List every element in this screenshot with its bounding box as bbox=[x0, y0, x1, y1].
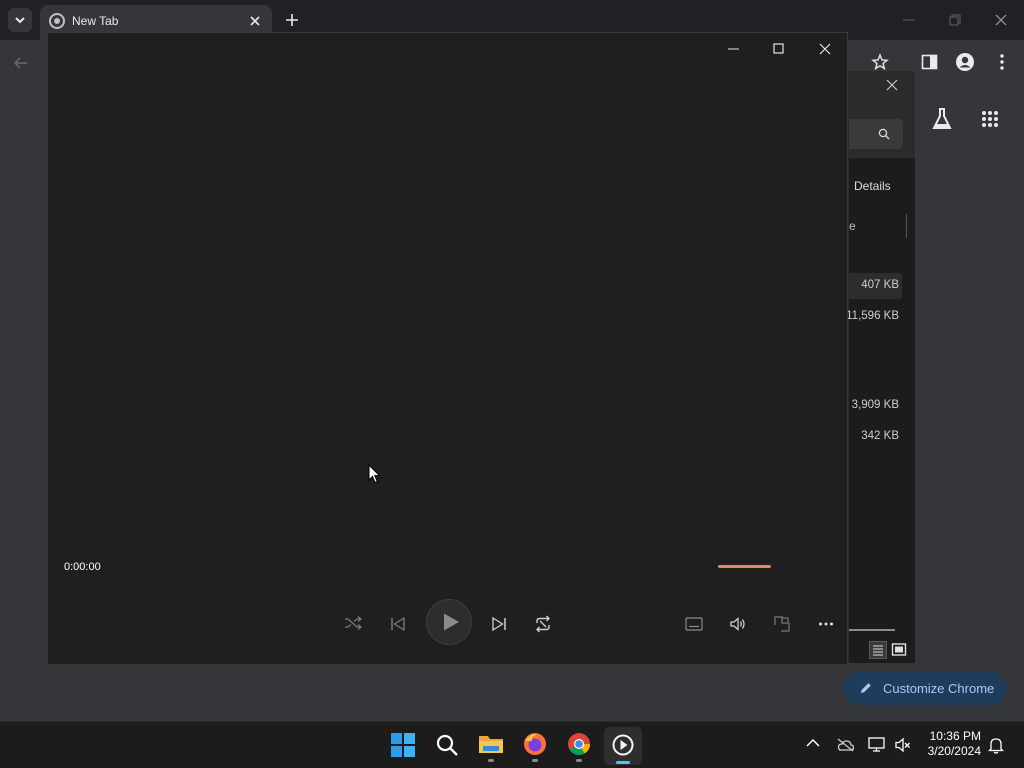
next-track-icon[interactable] bbox=[491, 616, 507, 632]
minimize-icon[interactable] bbox=[727, 44, 741, 56]
details-button[interactable]: Details bbox=[854, 179, 891, 193]
previous-track-icon[interactable] bbox=[390, 616, 406, 632]
media-player-icon bbox=[612, 734, 634, 756]
profile-icon[interactable] bbox=[955, 52, 975, 72]
play-button[interactable] bbox=[426, 599, 472, 645]
chrome-close-icon[interactable] bbox=[994, 13, 1008, 27]
volume-icon[interactable] bbox=[729, 615, 747, 633]
taskbar-file-explorer[interactable] bbox=[478, 732, 504, 762]
bookmark-star-icon[interactable] bbox=[871, 53, 889, 71]
taskbar-search-button[interactable] bbox=[435, 733, 459, 757]
mouse-cursor-icon bbox=[368, 464, 381, 484]
labs-flask-icon[interactable] bbox=[931, 107, 953, 131]
more-options-icon[interactable] bbox=[818, 621, 834, 627]
active-indicator bbox=[616, 761, 630, 764]
file-explorer-icon bbox=[479, 736, 503, 753]
mini-player-icon[interactable] bbox=[774, 616, 790, 632]
media-player-window: 0:00:00 bbox=[47, 32, 848, 665]
chrome-icon bbox=[568, 733, 590, 755]
apps-grid-icon[interactable] bbox=[981, 110, 999, 128]
shuffle-icon[interactable] bbox=[344, 615, 362, 631]
clock-time: 10:36 PM bbox=[929, 729, 981, 743]
file-explorer-window: Details e 407 KB 11,596 KB 3,909 KB 342 … bbox=[846, 71, 915, 663]
column-header-fragment: e bbox=[849, 219, 856, 233]
side-panel-icon[interactable] bbox=[921, 54, 939, 70]
file-size: 407 KB bbox=[861, 279, 899, 291]
pencil-icon bbox=[861, 683, 871, 693]
video-area[interactable] bbox=[48, 73, 847, 543]
chrome-minimize-icon[interactable] bbox=[902, 14, 916, 26]
repeat-icon[interactable] bbox=[534, 615, 552, 633]
start-icon bbox=[391, 733, 415, 757]
search-icon bbox=[878, 128, 890, 140]
running-indicator bbox=[488, 759, 494, 762]
seek-bar[interactable] bbox=[718, 565, 771, 568]
start-button[interactable] bbox=[390, 732, 416, 758]
chrome-menu-icon[interactable] bbox=[996, 53, 1008, 71]
tab-close-icon[interactable] bbox=[248, 14, 262, 28]
taskbar-chrome[interactable] bbox=[566, 732, 592, 762]
network-icon[interactable] bbox=[868, 737, 886, 753]
explorer-search-box[interactable] bbox=[849, 119, 903, 149]
large-icons-view-icon[interactable] bbox=[891, 641, 907, 659]
tab-search-button[interactable] bbox=[8, 8, 32, 32]
chrome-favicon-icon bbox=[49, 13, 65, 29]
firefox-icon bbox=[524, 733, 546, 755]
horizontal-scrollbar[interactable] bbox=[849, 629, 895, 631]
maximize-icon[interactable] bbox=[773, 43, 785, 55]
new-tab-plus-icon[interactable] bbox=[284, 12, 300, 28]
chrome-restore-icon[interactable] bbox=[948, 13, 962, 27]
taskbar: 10:36 PM 3/20/2024 bbox=[0, 721, 1024, 768]
search-icon bbox=[436, 734, 458, 756]
chevron-down-icon bbox=[15, 17, 25, 24]
details-view-icon[interactable] bbox=[869, 641, 887, 659]
back-arrow-icon[interactable] bbox=[12, 54, 30, 72]
running-indicator bbox=[532, 759, 538, 762]
running-indicator bbox=[576, 759, 582, 762]
column-divider[interactable] bbox=[906, 214, 907, 238]
taskbar-firefox[interactable] bbox=[522, 732, 548, 762]
chevron-up-icon[interactable] bbox=[806, 738, 820, 748]
captions-icon[interactable] bbox=[685, 617, 703, 631]
onedrive-icon[interactable] bbox=[836, 738, 854, 752]
explorer-close-icon[interactable] bbox=[886, 79, 898, 91]
taskbar-media-player[interactable] bbox=[604, 727, 642, 765]
customize-chrome-button[interactable]: Customize Chrome bbox=[843, 672, 1007, 705]
current-time: 0:00:00 bbox=[64, 561, 101, 573]
notification-bell-icon[interactable] bbox=[988, 736, 1004, 754]
clock[interactable]: 10:36 PM 3/20/2024 bbox=[928, 729, 981, 759]
clock-date: 3/20/2024 bbox=[927, 744, 981, 758]
file-size: 11,596 KB bbox=[846, 310, 899, 322]
volume-muted-icon[interactable] bbox=[895, 737, 911, 753]
tab-title: New Tab bbox=[72, 14, 119, 28]
file-size: 342 KB bbox=[861, 430, 899, 442]
play-icon bbox=[444, 613, 459, 631]
file-size: 3,909 KB bbox=[851, 399, 899, 411]
close-icon[interactable] bbox=[819, 43, 831, 55]
customize-chrome-label: Customize Chrome bbox=[883, 681, 995, 696]
